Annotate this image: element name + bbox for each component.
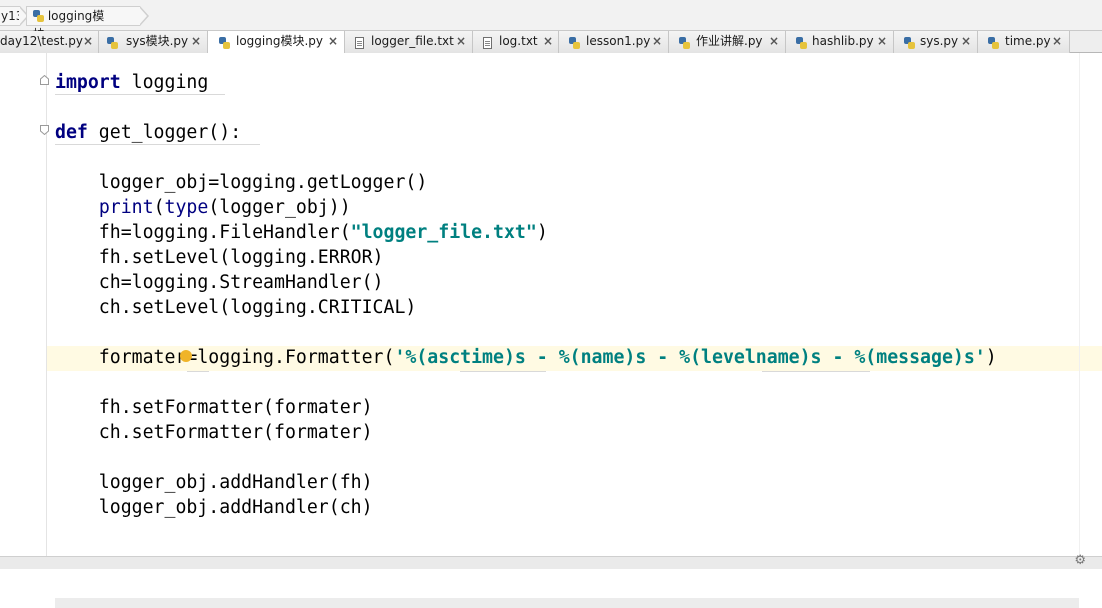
close-icon[interactable]: × bbox=[652, 31, 662, 52]
tab-sys-module[interactable]: sys模块.py × bbox=[99, 31, 208, 53]
code-line: ch.setFormatter(formater) bbox=[55, 422, 373, 443]
code-line: logger_obj=logging.getLogger() bbox=[55, 172, 428, 193]
tab-day12-test[interactable]: day12\test.py × bbox=[0, 31, 99, 53]
code-token: fh=logging.FileHandler( bbox=[55, 222, 351, 243]
code-line: logger_obj.addHandler(fh) bbox=[55, 472, 373, 493]
python-file-icon bbox=[107, 35, 119, 49]
code-line: ch=logging.StreamHandler() bbox=[55, 272, 384, 293]
code-line: formater=logging.Formatter('%(asctime)s … bbox=[55, 345, 997, 370]
close-icon[interactable]: × bbox=[877, 31, 887, 52]
breadcrumb-item-file[interactable]: logging模块.py bbox=[26, 6, 149, 41]
status-bar: ⚙ bbox=[0, 553, 1102, 569]
close-icon[interactable]: × bbox=[769, 31, 779, 52]
code-line: fh=logging.FileHandler("logger_file.txt"… bbox=[55, 220, 548, 245]
python-file-icon bbox=[569, 35, 581, 49]
keyword-token: def bbox=[55, 122, 88, 143]
tab-logger-file-txt[interactable]: logger_file.txt × bbox=[345, 31, 473, 53]
close-icon[interactable]: × bbox=[191, 31, 201, 52]
text-file-icon bbox=[483, 35, 495, 49]
warning-underline bbox=[55, 94, 225, 95]
tab-logging-module[interactable]: logging模块.py × bbox=[208, 31, 345, 54]
builtin-token: print bbox=[98, 197, 154, 218]
python-file-icon bbox=[904, 35, 916, 49]
tab-homework-review[interactable]: 作业讲解.py × bbox=[669, 31, 786, 53]
code-editor[interactable]: import logging def get_logger(): logger_… bbox=[0, 53, 1102, 608]
code-token: ( bbox=[153, 197, 165, 218]
horizontal-scrollbar[interactable] bbox=[55, 598, 1079, 608]
tab-label: day12\test.py bbox=[0, 34, 83, 48]
tab-label: time.py bbox=[1005, 34, 1051, 48]
python-file-icon bbox=[796, 35, 808, 49]
tab-label: logger_file.txt bbox=[371, 34, 454, 48]
gear-icon[interactable]: ⚙ bbox=[1074, 553, 1086, 568]
tab-label: log.txt bbox=[499, 34, 538, 48]
code-token: logging bbox=[120, 72, 209, 93]
warning-underline bbox=[55, 144, 260, 145]
python-file-icon bbox=[679, 35, 691, 49]
close-icon[interactable]: × bbox=[961, 31, 971, 52]
typo-underline bbox=[762, 371, 870, 372]
text-file-icon bbox=[355, 35, 367, 49]
code-line: logger_obj.addHandler(ch) bbox=[55, 497, 373, 518]
close-icon[interactable]: × bbox=[543, 31, 553, 52]
python-file-icon bbox=[219, 35, 231, 49]
tab-label: logging模块.py bbox=[236, 34, 324, 48]
intention-bulb-icon[interactable] bbox=[180, 350, 192, 362]
right-margin-guide bbox=[1079, 53, 1080, 569]
string-token: "logger_file.txt" bbox=[350, 222, 537, 243]
code-token: (logger_obj)) bbox=[208, 197, 351, 218]
code-token: ) bbox=[536, 222, 548, 243]
keyword-token: import bbox=[55, 72, 121, 93]
tab-log-txt[interactable]: log.txt × bbox=[473, 31, 559, 53]
code-token: get_logger(): bbox=[87, 122, 242, 143]
tab-label: hashlib.py bbox=[812, 34, 874, 48]
typo-underline bbox=[187, 371, 209, 372]
close-icon[interactable]: × bbox=[83, 31, 93, 52]
code-token: formater=logging.Formatter( bbox=[55, 347, 395, 368]
string-token: '%(asctime)s - %(name)s - %(levelname)s … bbox=[394, 347, 986, 368]
tab-lesson1[interactable]: lesson1.py × bbox=[559, 31, 669, 53]
tab-label: 作业讲解.py bbox=[696, 34, 763, 48]
code-line: print(type(logger_obj)) bbox=[55, 195, 351, 220]
tab-label: sys.py bbox=[920, 34, 959, 48]
navigation-breadcrumb: y13 logging模块.py bbox=[0, 0, 1102, 41]
python-file-icon bbox=[988, 35, 1000, 49]
tab-sys[interactable]: sys.py × bbox=[894, 31, 978, 53]
close-icon[interactable]: × bbox=[1052, 31, 1062, 52]
code-line: fh.setFormatter(formater) bbox=[55, 397, 373, 418]
tab-label: lesson1.py bbox=[586, 34, 651, 48]
code-token: ) bbox=[985, 347, 997, 368]
builtin-token: type bbox=[164, 197, 209, 218]
code-line: ch.setLevel(logging.CRITICAL) bbox=[55, 297, 417, 318]
tab-label: sys模块.py bbox=[126, 34, 189, 48]
python-file-icon bbox=[33, 10, 44, 22]
tab-hashlib[interactable]: hashlib.py × bbox=[786, 31, 894, 53]
editor-tab-bar: day12\test.py × sys模块.py × logging模块.py … bbox=[0, 31, 1102, 54]
close-icon[interactable]: × bbox=[328, 31, 338, 52]
code-line: import logging bbox=[55, 70, 208, 95]
typo-underline bbox=[460, 371, 546, 372]
fold-marker-icon[interactable] bbox=[40, 75, 49, 85]
code-line: fh.setLevel(logging.ERROR) bbox=[55, 247, 384, 268]
breadcrumb-item-project[interactable]: y13 bbox=[0, 6, 29, 26]
close-icon[interactable]: × bbox=[456, 31, 466, 52]
code-line: def get_logger(): bbox=[55, 120, 241, 145]
tab-time[interactable]: time.py × bbox=[978, 31, 1070, 53]
fold-marker-icon[interactable] bbox=[40, 125, 49, 135]
